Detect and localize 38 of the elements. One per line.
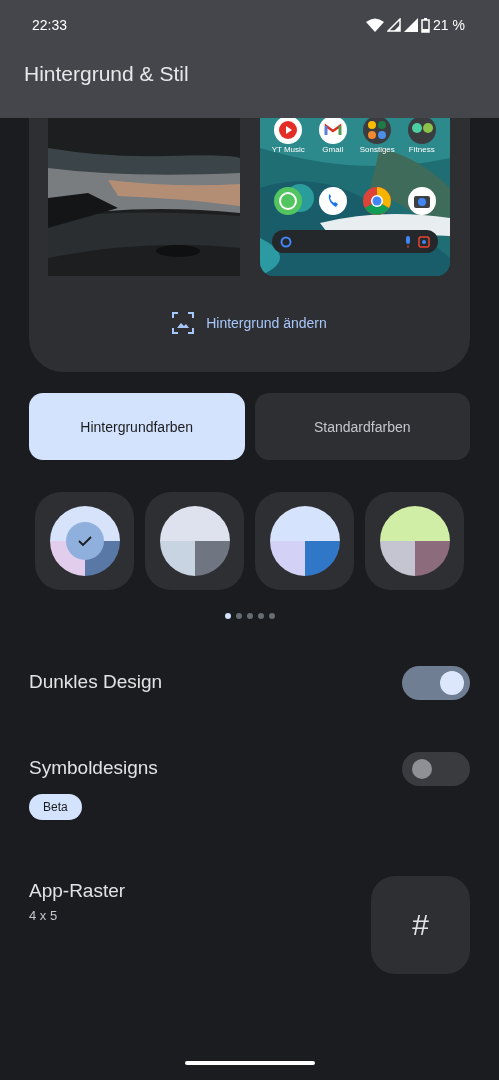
toggle-switch[interactable] <box>402 752 470 786</box>
search-bar[interactable] <box>272 230 438 253</box>
microphone-icon <box>404 236 412 248</box>
app-icon <box>274 187 303 215</box>
color-option[interactable] <box>255 492 354 590</box>
toggle-switch[interactable] <box>402 666 470 700</box>
signal-icon <box>387 18 402 32</box>
google-icon <box>280 236 292 248</box>
status-time: 22:33 <box>32 17 68 33</box>
page-title: Hintergrund & Stil <box>24 62 189 86</box>
app-icon <box>318 118 347 144</box>
app-label: Gmail <box>322 145 344 154</box>
color-option[interactable] <box>365 492 464 590</box>
checkmark-icon <box>65 522 104 560</box>
color-option[interactable] <box>145 492 244 590</box>
setting-label: App-Raster <box>29 880 126 902</box>
app-icon <box>274 118 303 144</box>
grid-button[interactable]: # <box>371 876 470 974</box>
setting-value: 4 x 5 <box>29 908 59 923</box>
wifi-icon <box>366 18 385 32</box>
change-wallpaper-link[interactable]: Hintergrund ändern <box>206 315 327 331</box>
color-option[interactable] <box>35 492 134 590</box>
battery-icon <box>421 17 431 33</box>
app-label: YT Music <box>271 145 305 154</box>
app-icon <box>363 187 392 215</box>
color-tab[interactable]: Hintergrundfarben <box>29 393 245 460</box>
battery-percent: 21 % <box>433 17 465 33</box>
color-tab[interactable]: Standardfarben <box>254 393 470 460</box>
setting-label: Dunkles Design <box>29 671 163 693</box>
app-icon <box>318 187 347 215</box>
app-label: Fitness <box>408 145 435 154</box>
camera-icon <box>418 236 430 248</box>
app-icon <box>407 187 436 215</box>
setting-label: Symboldesigns <box>29 757 158 779</box>
beta-tag: Beta <box>29 794 82 820</box>
app-label: Sonstiges <box>359 145 395 154</box>
signal-icon <box>404 18 419 32</box>
image-edit-icon <box>172 312 195 334</box>
